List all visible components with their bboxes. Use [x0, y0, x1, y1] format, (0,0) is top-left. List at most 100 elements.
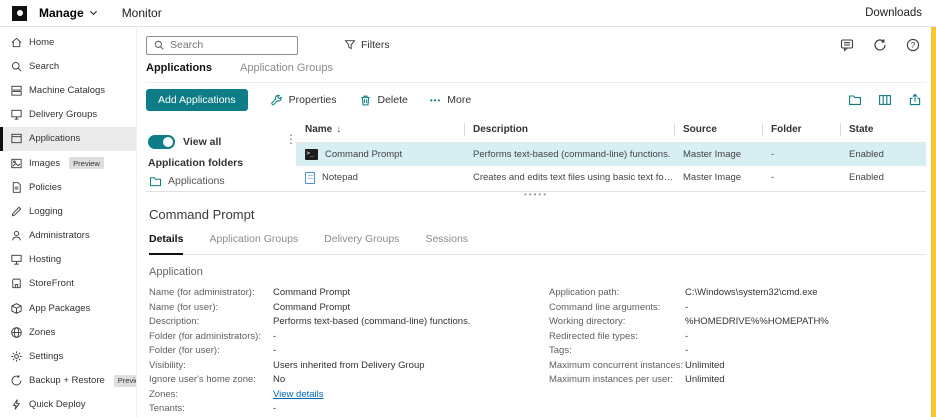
citrix-logo-icon: [12, 6, 27, 21]
search-input[interactable]: [170, 39, 291, 51]
folder-icon: [149, 175, 162, 188]
properties-label: Properties: [289, 94, 337, 106]
home-icon: [10, 36, 23, 49]
header-icons: ?: [840, 38, 926, 52]
table-row-notepad[interactable]: Notepad Creates and edits text files usi…: [296, 166, 926, 189]
manage-menu[interactable]: Manage: [39, 6, 98, 20]
folder-cell: -: [762, 172, 840, 183]
help-icon[interactable]: ?: [906, 38, 920, 52]
sidebar-item-zones[interactable]: Zones: [0, 320, 136, 344]
view-all-row: View all: [148, 134, 296, 149]
images-icon: [10, 157, 23, 170]
search-box[interactable]: [146, 36, 298, 55]
settings-gear-icon: [10, 350, 23, 363]
tab-details[interactable]: Details: [149, 233, 183, 255]
storefront-icon: [10, 277, 23, 290]
sidebar-item-quick-deploy[interactable]: Quick Deploy: [0, 393, 136, 417]
source-cell: Master Image: [674, 172, 762, 183]
sidebar-item-machine-catalogs[interactable]: Machine Catalogs: [0, 78, 136, 102]
application-folders-panel: View all Application folders Application…: [146, 117, 296, 189]
applications-icon: [10, 132, 23, 145]
table-row-command-prompt[interactable]: Command Prompt Performs text-based (comm…: [296, 143, 926, 166]
detail-field: Folder (for administrators):-: [149, 331, 549, 344]
detail-field: Name (for user):Command Prompt: [149, 302, 549, 315]
svg-text:?: ?: [911, 41, 916, 50]
sidebar-item-home[interactable]: Home: [0, 30, 136, 54]
feedback-icon[interactable]: [840, 38, 854, 52]
column-header-state[interactable]: State: [840, 117, 926, 142]
sidebar-item-search[interactable]: Search: [0, 54, 136, 78]
more-dots-icon: •••: [430, 96, 441, 105]
filters-button[interactable]: Filters: [344, 39, 390, 51]
administrators-icon: [10, 229, 23, 242]
state-cell: Enabled: [840, 172, 926, 183]
backup-restore-icon: [10, 374, 23, 387]
tab-application-groups[interactable]: Application Groups: [240, 62, 333, 74]
detail-field: Working directory:%HOMEDRIVE%%HOMEPATH%: [549, 316, 829, 329]
export-icon[interactable]: [908, 93, 922, 107]
command-prompt-app-icon: [305, 149, 318, 160]
sidebar-item-policies[interactable]: Policies: [0, 175, 136, 199]
detail-field: Application path:C:\Windows\system32\cmd…: [549, 287, 829, 300]
delete-button[interactable]: Delete: [359, 94, 408, 107]
more-button[interactable]: ••• More: [430, 94, 471, 106]
applications-table: Name ↓ Description Source Folder State C…: [296, 117, 926, 189]
properties-button[interactable]: Properties: [270, 94, 337, 107]
column-header-name[interactable]: Name ↓: [296, 117, 464, 142]
logging-icon: [10, 205, 23, 218]
sidebar-item-backup-restore[interactable]: Backup + Restore Preview: [0, 369, 136, 393]
sidebar-item-administrators[interactable]: Administrators: [0, 224, 136, 248]
manage-label: Manage: [39, 6, 84, 20]
toolbar: Add Applications Properties Delete ••• M…: [146, 83, 926, 117]
more-label: More: [447, 94, 471, 106]
policies-icon: [10, 181, 23, 194]
state-cell: Enabled: [840, 149, 926, 160]
sidebar-item-hosting[interactable]: Hosting: [0, 248, 136, 272]
sidebar-item-images[interactable]: Images Preview: [0, 151, 136, 175]
quick-deploy-icon: [10, 398, 23, 411]
machine-catalogs-icon: [10, 84, 23, 97]
name-cell: Command Prompt: [296, 149, 464, 160]
trash-icon: [359, 94, 372, 107]
sort-desc-icon: ↓: [336, 124, 341, 135]
columns-icon[interactable]: [878, 93, 892, 107]
view-details-link[interactable]: View details: [273, 389, 549, 402]
detail-field: Folder (for user):-: [149, 345, 549, 358]
column-header-description[interactable]: Description: [464, 117, 674, 142]
detail-field: Visibility:Users inherited from Delivery…: [149, 360, 549, 373]
delivery-groups-icon: [10, 108, 23, 121]
detail-fields: Name (for administrator):Command Prompt …: [149, 287, 926, 416]
folder-item-applications[interactable]: Applications: [148, 174, 296, 188]
detail-field: Ignore user's home zone:No: [149, 374, 549, 387]
sidebar-item-logging[interactable]: Logging: [0, 199, 136, 223]
sidebar-item-settings[interactable]: Settings: [0, 344, 136, 368]
details-splitter-handle[interactable]: •••••: [146, 191, 926, 199]
detail-fields-right: Application path:C:\Windows\system32\cmd…: [549, 287, 829, 416]
tab-details-sessions[interactable]: Sessions: [425, 233, 468, 254]
column-header-folder[interactable]: Folder: [762, 117, 840, 142]
refresh-icon[interactable]: [873, 38, 887, 52]
sidebar-item-delivery-groups[interactable]: Delivery Groups: [0, 103, 136, 127]
detail-field: Tenants:-: [149, 403, 549, 416]
add-applications-button[interactable]: Add Applications: [146, 89, 248, 111]
tab-details-delivery-groups[interactable]: Delivery Groups: [324, 233, 399, 254]
folder-view-icon[interactable]: [848, 93, 862, 107]
delete-label: Delete: [378, 94, 408, 106]
details-tabs: Details Application Groups Delivery Grou…: [149, 233, 926, 255]
downloads-link[interactable]: Downloads: [865, 7, 922, 19]
page-body: Home Search Machine Catalogs Delivery Gr…: [0, 27, 936, 417]
tab-applications[interactable]: Applications: [146, 62, 212, 74]
details-title: Command Prompt: [149, 207, 926, 222]
folder-cell: -: [762, 149, 840, 160]
preview-badge: Preview: [114, 375, 137, 387]
column-header-source[interactable]: Source: [674, 117, 762, 142]
search-icon: [153, 39, 165, 51]
tab-details-application-groups[interactable]: Application Groups: [209, 233, 298, 254]
sidebar-item-applications[interactable]: Applications: [0, 127, 136, 151]
feedback-strip: [931, 27, 936, 417]
sidebar-item-app-packages[interactable]: App Packages: [0, 296, 136, 320]
sidebar-item-storefront[interactable]: StoreFront: [0, 272, 136, 296]
preview-badge: Preview: [69, 157, 104, 169]
view-all-toggle[interactable]: [148, 135, 175, 149]
monitor-tab[interactable]: Monitor: [122, 6, 162, 20]
